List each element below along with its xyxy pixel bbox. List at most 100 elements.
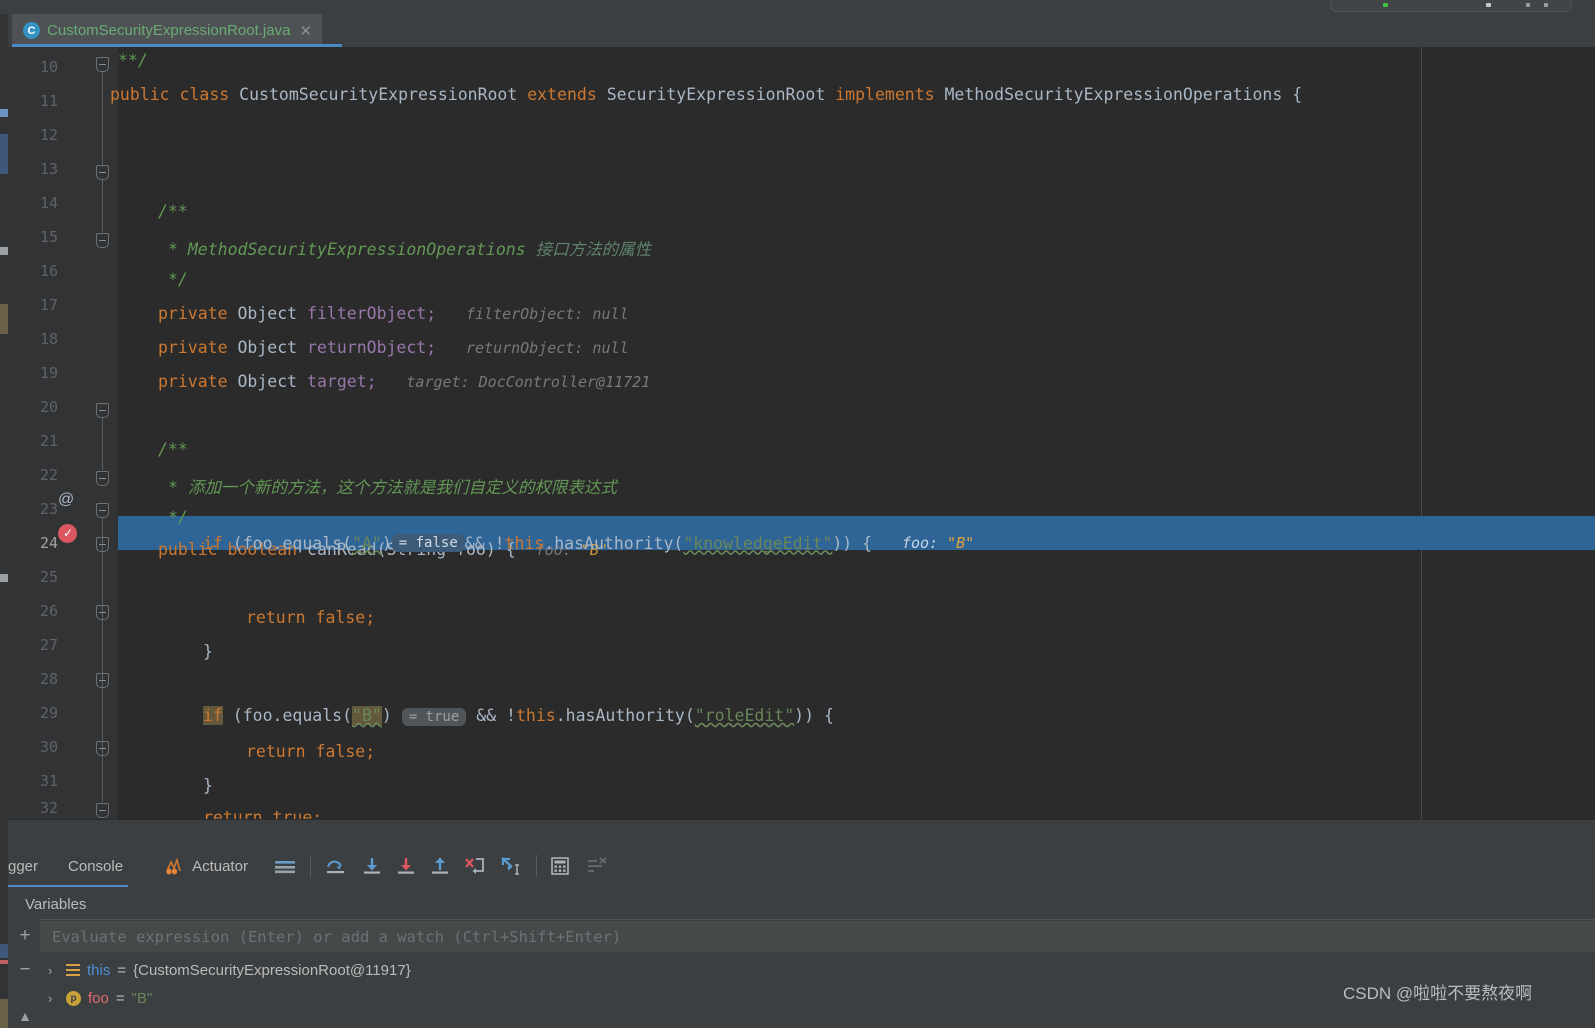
actuator-tab[interactable]: Actuator <box>165 857 248 875</box>
expand-chevron-icon[interactable]: › <box>48 963 59 978</box>
debugger-tab-underline <box>8 885 128 887</box>
fold-marker[interactable] <box>96 673 109 688</box>
variable-equals: = <box>115 989 125 1007</box>
fold-marker[interactable] <box>96 803 109 818</box>
variables-tab[interactable]: Variables <box>25 889 86 919</box>
remove-watch-button[interactable]: − <box>16 960 34 979</box>
variable-row-foo[interactable]: › p foo = "B" <box>48 985 152 1011</box>
line-number: 28 <box>39 670 58 688</box>
variables-left-rail: + − ▲ <box>8 919 40 1028</box>
code-line-18: private Object target; target: DocContro… <box>158 372 651 391</box>
filter-icon[interactable] <box>586 857 608 875</box>
line-number: 20 <box>39 398 58 416</box>
line-number: 11 <box>39 92 58 110</box>
code-line-21: * 添加一个新的方法，这个方法就是我们自定义的权限表达式 <box>168 478 617 497</box>
fold-marker[interactable] <box>96 233 109 248</box>
variables-separator <box>25 919 1595 920</box>
variable-value: {CustomSecurityExpressionRoot@11917} <box>133 961 411 979</box>
actuator-tab-label: Actuator <box>192 857 248 875</box>
run-to-cursor-icon[interactable] <box>500 856 522 876</box>
menu-icon[interactable] <box>274 858 296 874</box>
strip-mark-red <box>0 960 8 964</box>
expand-chevron-icon[interactable]: › <box>48 991 59 1006</box>
step-over-icon[interactable] <box>324 856 348 876</box>
fold-marker[interactable] <box>96 537 109 552</box>
strip-mark-blue-2 <box>0 134 8 174</box>
step-into-icon[interactable] <box>362 856 382 876</box>
step-out-icon[interactable] <box>430 856 450 876</box>
line-number: 17 <box>39 296 58 314</box>
line-number: 26 <box>39 602 58 620</box>
strip-mark-blue-3 <box>0 944 8 958</box>
sliver-dot-grey-1 <box>1486 3 1491 7</box>
fold-guide-line <box>102 518 103 802</box>
code-line-30: } <box>203 776 213 795</box>
fold-marker[interactable] <box>96 165 109 180</box>
annotation-marker-icon[interactable]: @ <box>58 491 74 509</box>
fold-marker[interactable] <box>96 403 109 418</box>
evaluate-expression-placeholder: Evaluate expression (Enter) or add a wat… <box>52 927 622 946</box>
variable-row-this[interactable]: › this = {CustomSecurityExpressionRoot@1… <box>48 957 411 983</box>
fold-guide-line <box>102 72 103 165</box>
line-number: 14 <box>39 194 58 212</box>
actuator-icon <box>165 857 185 875</box>
fold-marker[interactable] <box>96 605 109 620</box>
object-field-icon <box>66 963 80 977</box>
evaluate-expression-input[interactable]: Evaluate expression (Enter) or add a wat… <box>40 921 1595 952</box>
line-number: 31 <box>39 772 58 790</box>
fold-guide-line <box>102 180 103 232</box>
code-line-14: * MethodSecurityExpressionOperations 接口方… <box>168 240 652 259</box>
partial-popup-strip <box>1330 0 1572 12</box>
collapse-button[interactable]: ▲ <box>16 1007 34 1025</box>
code-line-29: return false; <box>246 742 376 761</box>
code-line-25: return false; <box>246 608 376 627</box>
console-tab[interactable]: Console <box>68 858 123 875</box>
fold-marker[interactable] <box>96 503 109 518</box>
strip-mark-blue-1 <box>0 109 8 117</box>
evaluate-expression-icon[interactable] <box>550 856 570 876</box>
panel-separator <box>8 819 1595 820</box>
fold-guide-line <box>102 418 103 470</box>
code-line-17: private Object returnObject; returnObjec… <box>158 338 629 357</box>
fold-marker[interactable] <box>96 57 109 72</box>
sliver-dot-grey-2 <box>1526 3 1530 7</box>
code-line-22: */ <box>168 508 188 527</box>
line-number: 22 <box>39 466 58 484</box>
breakpoint-icon[interactable] <box>58 524 77 543</box>
search-match-if: if <box>203 706 223 725</box>
variable-name: this <box>87 961 111 979</box>
line-number: 15 <box>39 228 58 246</box>
debugger-tab[interactable]: gger <box>8 858 38 875</box>
editor-tab[interactable]: C CustomSecurityExpressionRoot.java ✕ <box>12 14 323 47</box>
variable-name: foo <box>88 989 109 1007</box>
line-number: 19 <box>39 364 58 382</box>
sliver-dot-grey-3 <box>1544 3 1548 7</box>
code-line-31: return true; <box>203 808 323 819</box>
code-editor[interactable]: 10 11 12 13 14 15 16 17 18 19 20 21 22 2… <box>8 47 1595 819</box>
code-line-26: } <box>203 642 213 661</box>
console-tab-label: Console <box>68 857 124 875</box>
code-line-28: if (foo.equals("B") = true && !this.hasA… <box>203 706 834 726</box>
line-number: 23 <box>39 500 58 518</box>
force-step-into-icon[interactable] <box>396 856 416 876</box>
add-watch-button[interactable]: + <box>16 926 34 945</box>
line-number-current: 24 <box>39 534 58 552</box>
editor-tab-bar: C CustomSecurityExpressionRoot.java ✕ <box>8 14 1595 47</box>
fold-marker[interactable] <box>96 741 109 756</box>
search-match-b: "B" <box>352 706 382 725</box>
top-chrome-sliver <box>0 0 1595 14</box>
sliver-dot-green <box>1383 3 1388 7</box>
line-number: 13 <box>39 160 58 178</box>
java-class-icon: C <box>23 22 40 39</box>
debugger-tab-label: gger <box>8 857 39 875</box>
close-icon[interactable]: ✕ <box>299 22 312 40</box>
inline-value-badge-false: = false <box>391 534 465 552</box>
toolbar-divider-2 <box>535 855 537 877</box>
strip-mark-grey <box>0 247 8 255</box>
code-line-16: private Object filterObject; filterObjec… <box>158 304 629 323</box>
variable-value: "B" <box>131 989 153 1007</box>
drop-frame-icon[interactable] <box>464 856 486 876</box>
strip-mark-olive <box>0 304 8 334</box>
fold-marker[interactable] <box>96 471 109 486</box>
code-line-20: /** <box>158 440 188 459</box>
